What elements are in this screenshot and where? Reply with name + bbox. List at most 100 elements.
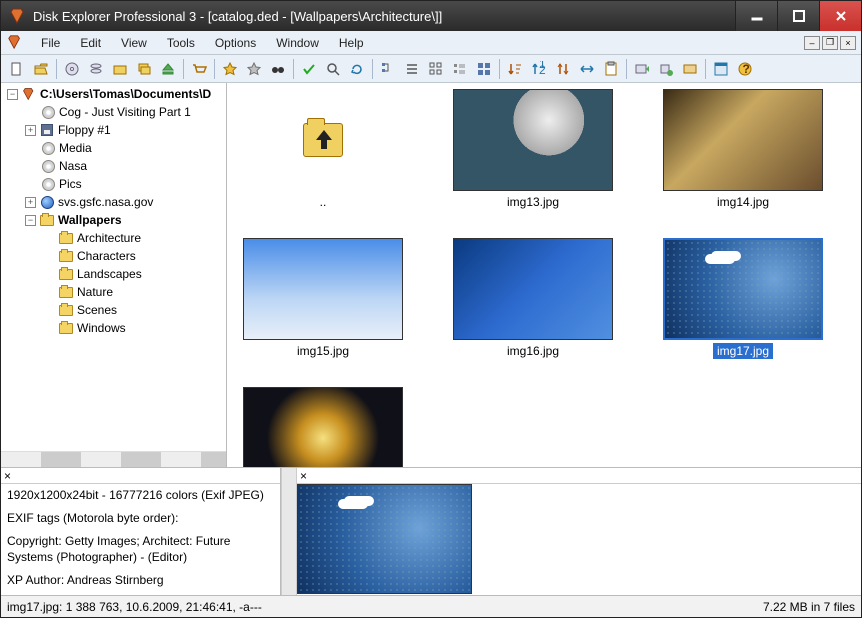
tool-width-icon[interactable]: [576, 58, 598, 80]
expand-toggle[interactable]: −: [7, 89, 18, 100]
tree-item-label: Nasa: [59, 159, 87, 173]
up-folder[interactable]: ..: [233, 89, 413, 210]
tool-list-icon[interactable]: [401, 58, 423, 80]
tree-root-label: C:\Users\Tomas\Documents\D: [40, 87, 211, 101]
tool-action1-icon[interactable]: [631, 58, 653, 80]
tree-panel: − C:\Users\Tomas\Documents\D Cog - Just …: [1, 83, 227, 467]
mdi-restore-button[interactable]: ❐: [822, 36, 838, 50]
cd-icon: [40, 158, 56, 174]
expand-toggle[interactable]: −: [25, 215, 36, 226]
titlebar[interactable]: Disk Explorer Professional 3 - [catalog.…: [1, 1, 861, 31]
tree-item[interactable]: Pics: [3, 175, 224, 193]
preview-pane: ×: [297, 468, 861, 595]
thumbnail-caption: img14.jpg: [713, 194, 773, 210]
tree-item-label: Scenes: [77, 303, 117, 317]
statusbar: img17.jpg: 1 388 763, 10.6.2009, 21:46:4…: [1, 595, 861, 617]
mdi-close-button[interactable]: ×: [840, 36, 856, 50]
tool-sort2-icon[interactable]: 12: [528, 58, 550, 80]
tool-new-icon[interactable]: [6, 58, 28, 80]
tool-folders-icon[interactable]: [133, 58, 155, 80]
thumbnail[interactable]: img14.jpg: [653, 89, 833, 210]
tree-item[interactable]: Windows: [3, 319, 224, 337]
preview-close-icon[interactable]: ×: [300, 469, 307, 483]
status-right: 7.22 MB in 7 files: [763, 600, 855, 614]
tree-view[interactable]: − C:\Users\Tomas\Documents\D Cog - Just …: [1, 83, 226, 451]
menu-edit[interactable]: Edit: [70, 33, 111, 53]
menu-view[interactable]: View: [111, 33, 157, 53]
tree-item[interactable]: Scenes: [3, 301, 224, 319]
info-body: 1920x1200x24bit - 16777216 colors (Exif …: [1, 484, 280, 595]
thumbnail-image: [663, 89, 823, 191]
tool-check-icon[interactable]: [298, 58, 320, 80]
tree-item[interactable]: Architecture: [3, 229, 224, 247]
folder-icon: [58, 284, 74, 300]
floppy-icon: [39, 122, 55, 138]
tool-open-icon[interactable]: [30, 58, 52, 80]
maximize-button[interactable]: [777, 1, 819, 31]
preview-image[interactable]: [297, 484, 472, 594]
tool-star-icon[interactable]: [219, 58, 241, 80]
tree-item-label: Media: [59, 141, 92, 155]
tree-item[interactable]: Nasa: [3, 157, 224, 175]
menu-options[interactable]: Options: [205, 33, 266, 53]
tree-root[interactable]: − C:\Users\Tomas\Documents\D: [3, 85, 224, 103]
info-pane: × 1920x1200x24bit - 16777216 colors (Exi…: [1, 468, 281, 595]
folder-icon: [58, 320, 74, 336]
tree-item-label: Architecture: [77, 231, 141, 245]
tool-zoom-icon[interactable]: [322, 58, 344, 80]
tool-action2-icon[interactable]: [655, 58, 677, 80]
app-window: Disk Explorer Professional 3 - [catalog.…: [0, 0, 862, 618]
close-button[interactable]: [819, 1, 861, 31]
expand-toggle[interactable]: +: [25, 197, 36, 208]
tool-action3-icon[interactable]: [679, 58, 701, 80]
tree-item-label: Landscapes: [77, 267, 142, 281]
work-area: − C:\Users\Tomas\Documents\D Cog - Just …: [1, 83, 861, 467]
tool-eject-icon[interactable]: [157, 58, 179, 80]
tree-item-label: Pics: [59, 177, 82, 191]
tool-disks-icon[interactable]: [85, 58, 107, 80]
tool-tree-icon[interactable]: [377, 58, 399, 80]
info-vscrollbar[interactable]: [281, 468, 297, 595]
tree-hscrollbar[interactable]: [1, 451, 226, 467]
catalog-icon: [21, 86, 37, 102]
tree-item[interactable]: Cog - Just Visiting Part 1: [3, 103, 224, 121]
thumbnail[interactable]: [233, 387, 413, 467]
minimize-button[interactable]: [735, 1, 777, 31]
menu-help[interactable]: Help: [329, 33, 374, 53]
menu-window[interactable]: Window: [266, 33, 329, 53]
thumbnail-view[interactable]: ..img13.jpg img14.jpg img15.jpgimg16.jpgim…: [227, 83, 861, 467]
tool-help-icon[interactable]: ?: [734, 58, 756, 80]
tool-cart-icon[interactable]: [188, 58, 210, 80]
thumbnail[interactable]: img13.jpg: [443, 89, 623, 210]
tree-item[interactable]: Landscapes: [3, 265, 224, 283]
menu-tools[interactable]: Tools: [157, 33, 205, 53]
tool-folder-icon[interactable]: [109, 58, 131, 80]
mdi-minimize-button[interactable]: –: [804, 36, 820, 50]
thumbnail-image: [663, 238, 823, 340]
tree-item[interactable]: +Floppy #1: [3, 121, 224, 139]
tool-window-icon[interactable]: [710, 58, 732, 80]
tool-sort1-icon[interactable]: [504, 58, 526, 80]
tool-binoculars-icon[interactable]: [267, 58, 289, 80]
info-close-icon[interactable]: ×: [4, 469, 11, 483]
tool-clip-icon[interactable]: [600, 58, 622, 80]
tree-item[interactable]: Characters: [3, 247, 224, 265]
thumbnail[interactable]: img15.jpg: [233, 238, 413, 359]
tool-refresh-icon[interactable]: [346, 58, 368, 80]
tool-star2-icon[interactable]: [243, 58, 265, 80]
tree-item[interactable]: Media: [3, 139, 224, 157]
tool-details-icon[interactable]: [449, 58, 471, 80]
tool-disk-icon[interactable]: [61, 58, 83, 80]
expand-toggle[interactable]: +: [25, 125, 36, 136]
tree-item[interactable]: Nature: [3, 283, 224, 301]
tree-item[interactable]: −Wallpapers: [3, 211, 224, 229]
thumbnail[interactable]: img16.jpg: [443, 238, 623, 359]
menu-file[interactable]: File: [31, 33, 70, 53]
tool-grid-icon[interactable]: [425, 58, 447, 80]
thumbnail-image: [453, 238, 613, 340]
tree-item-label: Characters: [77, 249, 136, 263]
tool-sort3-icon[interactable]: [552, 58, 574, 80]
tree-item[interactable]: +svs.gsfc.nasa.gov: [3, 193, 224, 211]
thumbnail[interactable]: img17.jpg: [653, 238, 833, 359]
tool-thumbs-icon[interactable]: [473, 58, 495, 80]
